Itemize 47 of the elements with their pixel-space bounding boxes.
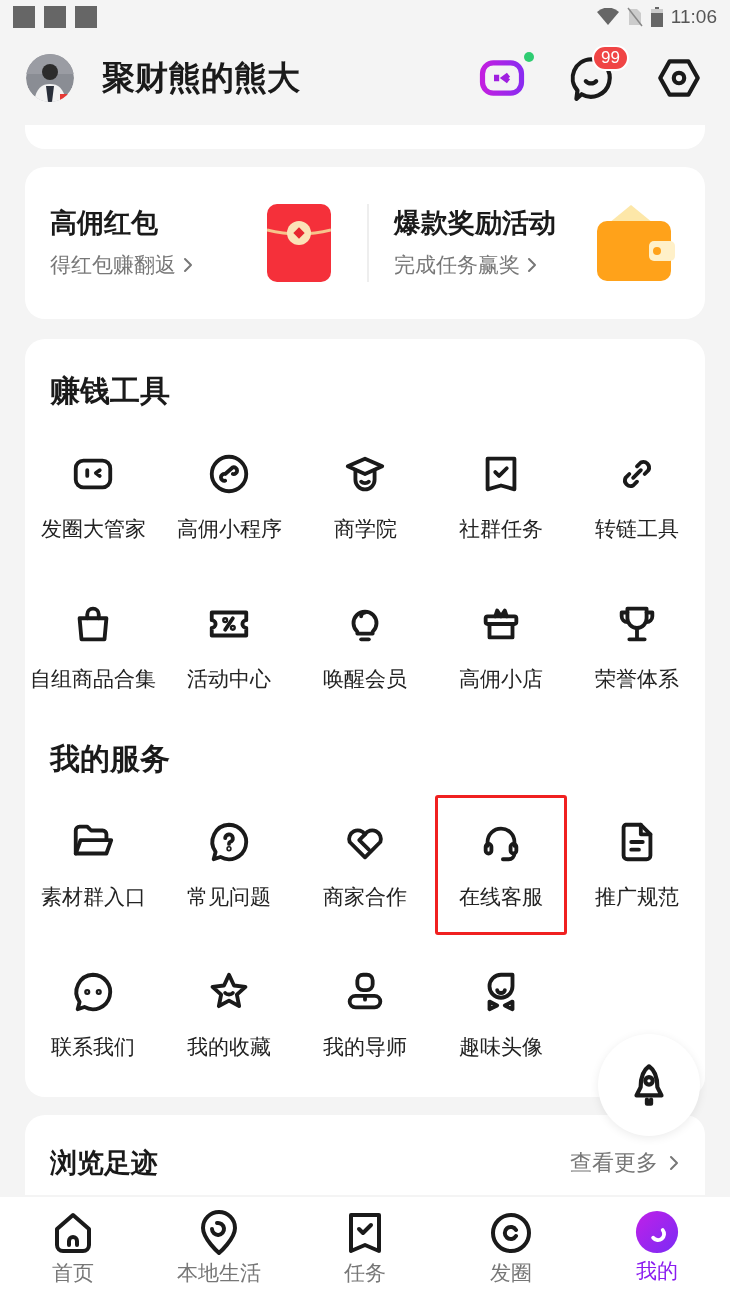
wallet-icon bbox=[597, 203, 675, 283]
promo-title: 爆款奖励活动 bbox=[394, 207, 556, 241]
envelope-icon bbox=[267, 204, 331, 282]
promo-link[interactable]: 完成任务赢奖 bbox=[394, 249, 556, 281]
notification-icon bbox=[44, 6, 66, 28]
menu-item[interactable]: 商学院 bbox=[299, 427, 431, 567]
menu-item[interactable]: 商家合作 bbox=[299, 795, 431, 935]
menu-item[interactable]: 推广规范 bbox=[571, 795, 703, 935]
menu-item[interactable]: 高佣小店 bbox=[435, 577, 567, 717]
promo-link[interactable]: 得红包赚翻返 bbox=[50, 249, 194, 281]
menu-item[interactable]: 联系我们 bbox=[27, 945, 159, 1085]
notification-icon bbox=[75, 6, 97, 28]
section-title: 赚钱工具 bbox=[49, 373, 171, 409]
menu-item[interactable]: 高佣小程序 bbox=[163, 427, 295, 567]
menu-item[interactable]: 我的收藏 bbox=[163, 945, 295, 1085]
menu-item[interactable]: 唤醒会员 bbox=[299, 577, 431, 717]
nav-tab[interactable]: 本地生活 bbox=[146, 1197, 292, 1298]
menu-item[interactable]: 素材群入口 bbox=[27, 795, 159, 935]
menu-item[interactable]: 荣誉体系 bbox=[571, 577, 703, 717]
menu-item[interactable]: 发圈大管家 bbox=[27, 427, 159, 567]
menu-item[interactable]: 我的导师 bbox=[299, 945, 431, 1085]
section-title: 浏览足迹 bbox=[50, 1147, 158, 1180]
chevron-right-icon bbox=[668, 1154, 680, 1172]
view-more-link[interactable]: 查看更多 bbox=[570, 1145, 680, 1181]
message-count-badge: 99 bbox=[592, 45, 629, 71]
wifi-icon bbox=[596, 8, 619, 26]
menu-item[interactable]: 常见问题 bbox=[163, 795, 295, 935]
chevron-right-icon bbox=[526, 256, 538, 274]
menu-item[interactable]: 社群任务 bbox=[435, 427, 567, 567]
nav-tab[interactable]: 我的 bbox=[584, 1197, 730, 1298]
nav-tab[interactable]: 发圈 bbox=[438, 1197, 584, 1298]
menu-item[interactable]: 在线客服 bbox=[435, 795, 567, 935]
menu-item[interactable]: 自组商品合集 bbox=[27, 577, 159, 717]
nav-tab[interactable]: 首页 bbox=[0, 1197, 146, 1298]
chevron-right-icon bbox=[182, 256, 194, 274]
user-name: 聚财熊的熊大 bbox=[102, 58, 300, 99]
section-title: 我的服务 bbox=[48, 741, 171, 777]
menu-item[interactable]: 活动中心 bbox=[163, 577, 295, 717]
promo-title: 高佣红包 bbox=[50, 207, 159, 241]
profile-icon bbox=[634, 1209, 680, 1255]
battery-icon bbox=[650, 7, 663, 27]
notification-icon bbox=[13, 6, 35, 28]
nav-tab[interactable]: 任务 bbox=[292, 1197, 438, 1298]
menu-item[interactable]: 趣味头像 bbox=[435, 945, 567, 1085]
status-time: 11:06 bbox=[670, 4, 717, 29]
no-sim-icon bbox=[626, 7, 643, 27]
menu-item[interactable]: 转链工具 bbox=[571, 427, 703, 567]
